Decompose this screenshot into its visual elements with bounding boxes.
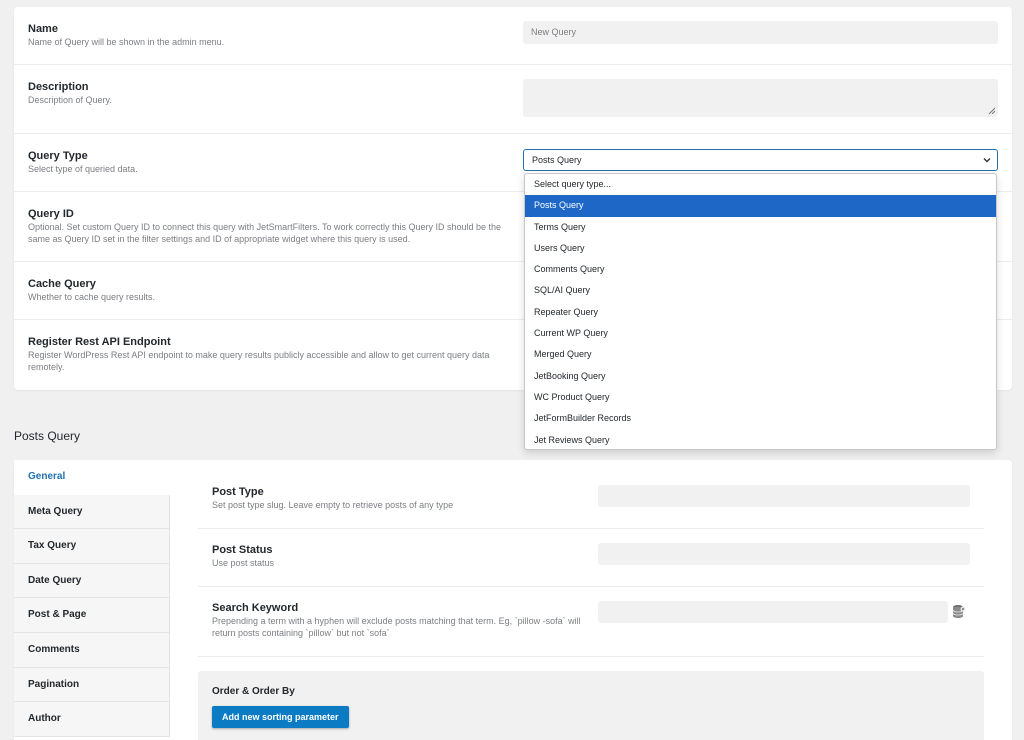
option-wc-product-query[interactable]: WC Product Query [525, 387, 996, 408]
search-keyword-label: Search Keyword [212, 602, 299, 614]
option-merged-query[interactable]: Merged Query [525, 344, 996, 365]
option-posts-query[interactable]: Posts Query [525, 195, 996, 217]
resize-handle-icon[interactable] [988, 107, 995, 114]
option-jetformbuilder-records[interactable]: JetFormBuilder Records [525, 408, 996, 429]
description-textarea[interactable] [523, 79, 998, 117]
section-title: Posts Query [14, 429, 81, 443]
rest-api-description: Register WordPress Rest API endpoint to … [28, 350, 490, 372]
option-jetbooking-query[interactable]: JetBooking Query [525, 366, 996, 387]
chevron-down-icon [983, 158, 991, 163]
tab-pagination[interactable]: Pagination [14, 667, 170, 703]
cache-query-description: Whether to cache query results. [28, 292, 156, 302]
post-type-input[interactable] [598, 485, 970, 507]
posts-query-card: General Meta Query Tax Query Date Query … [14, 460, 1012, 740]
option-current-wp-query[interactable]: Current WP Query [525, 323, 996, 344]
query-type-value: Posts Query [532, 155, 582, 165]
option-repeater-query[interactable]: Repeater Query [525, 302, 996, 323]
option-comments-query[interactable]: Comments Query [525, 259, 996, 280]
description-label: Description [28, 81, 89, 93]
tab-date-query[interactable]: Date Query [14, 563, 170, 599]
database-icon[interactable] [952, 604, 966, 620]
tab-comments[interactable]: Comments [14, 633, 170, 668]
order-orderby-label: Order & Order By [212, 686, 295, 697]
add-sorting-parameter-button[interactable]: Add new sorting parameter [212, 706, 349, 728]
order-orderby-box: Order & Order By Add new sorting paramet… [198, 671, 984, 740]
option-sql-ai-query[interactable]: SQL/AI Query [525, 280, 996, 301]
query-type-description: Select type of queried data. [28, 164, 138, 174]
post-type-description: Set post type slug. Leave empty to retri… [212, 500, 454, 510]
option-terms-query[interactable]: Terms Query [525, 217, 996, 238]
description-description: Description of Query. [28, 95, 112, 105]
query-id-description: Optional. Set custom Query ID to connect… [28, 222, 502, 244]
query-type-select[interactable]: Posts Query [523, 149, 998, 171]
tab-meta-query[interactable]: Meta Query [14, 494, 170, 530]
query-id-label: Query ID [28, 208, 74, 220]
option-users-query[interactable]: Users Query [525, 238, 996, 259]
tab-author[interactable]: Author [14, 702, 170, 737]
option-select-placeholder[interactable]: Select query type... [525, 174, 996, 195]
tab-tax-query[interactable]: Tax Query [14, 529, 170, 564]
search-keyword-input[interactable] [598, 601, 948, 623]
post-type-label: Post Type [212, 486, 264, 498]
description-row: Description Description of Query. [14, 65, 1012, 134]
search-keyword-description: Prepending a term with a hyphen will exc… [212, 616, 581, 638]
post-status-description: Use post status [212, 558, 275, 568]
name-row: Name Name of Query will be shown in the … [14, 7, 1012, 65]
query-type-dropdown: Select query type... Posts Query Terms Q… [524, 173, 997, 450]
name-description: Name of Query will be shown in the admin… [28, 37, 225, 47]
option-jet-reviews-query[interactable]: Jet Reviews Query [525, 430, 996, 449]
post-status-row: Post Status Use post status [198, 529, 984, 587]
tab-post-page[interactable]: Post & Page [14, 598, 170, 633]
post-status-select[interactable] [598, 543, 970, 565]
name-input[interactable]: New Query [523, 21, 998, 44]
query-type-label: Query Type [28, 150, 88, 162]
name-label: Name [28, 23, 58, 35]
search-keyword-row: Search Keyword Prepending a term with a … [198, 587, 984, 657]
rest-api-label: Register Rest API Endpoint [28, 336, 171, 348]
cache-query-label: Cache Query [28, 278, 96, 290]
tab-general[interactable]: General [14, 460, 170, 495]
post-type-row: Post Type Set post type slug. Leave empt… [198, 472, 984, 529]
post-status-label: Post Status [212, 544, 273, 556]
